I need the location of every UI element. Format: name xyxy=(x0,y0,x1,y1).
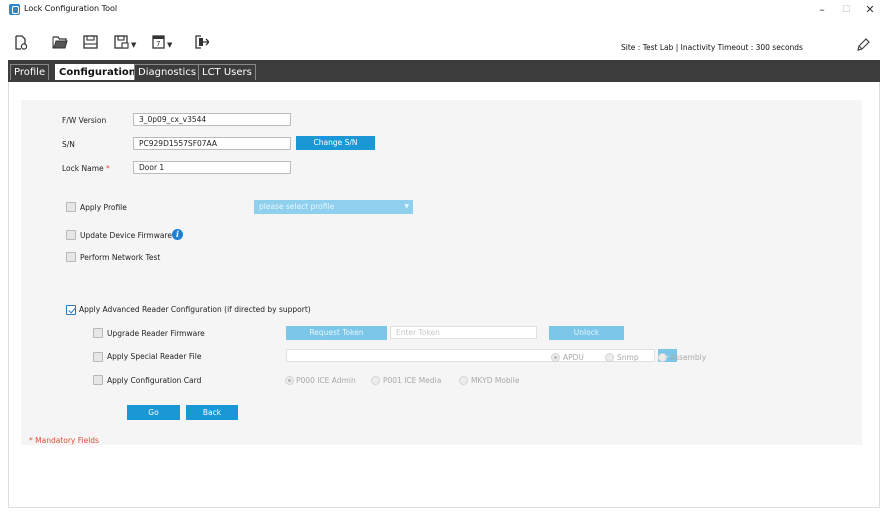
chevron-down-icon: ▼ xyxy=(404,203,409,210)
back-button[interactable]: Back xyxy=(186,405,238,420)
pencil-icon[interactable] xyxy=(856,38,870,56)
sn-label: S/N xyxy=(62,140,75,149)
sn-field: PC929D1557SF07AA xyxy=(133,137,291,150)
config-card-label: Apply Configuration Card xyxy=(107,376,202,385)
mkyd-radio[interactable] xyxy=(459,376,468,385)
open-folder-icon[interactable] xyxy=(52,35,68,51)
upgrade-reader-checkbox[interactable] xyxy=(93,328,103,338)
apply-profile-checkbox[interactable] xyxy=(66,202,76,212)
required-mark: * xyxy=(106,164,110,173)
fw-version-field: 3_0p09_cx_v3544 xyxy=(133,113,291,126)
update-firmware-checkbox[interactable] xyxy=(66,230,76,240)
go-button[interactable]: Go xyxy=(127,405,180,420)
title-bar: Lock Configuration Tool – ☐ ✕ xyxy=(0,0,888,22)
mkyd-label: MKYD Mobile xyxy=(471,376,520,385)
tab-bar: Profile Configuration Diagnostics LCT Us… xyxy=(8,60,880,82)
toolbar: ▼ 7 ▼ Site : Test Lab | Inactivity Timeou… xyxy=(0,32,888,56)
config-card-checkbox[interactable] xyxy=(93,375,103,385)
update-firmware-label: Update Device Firmware xyxy=(80,231,172,240)
save-as-icon[interactable]: ▼ xyxy=(114,35,136,51)
p000-radio[interactable] xyxy=(285,376,294,385)
p001-radio[interactable] xyxy=(371,376,380,385)
request-token-button[interactable]: Request Token xyxy=(286,326,387,340)
change-sn-button[interactable]: Change S/N xyxy=(296,136,375,150)
token-input[interactable]: Enter Token xyxy=(390,326,537,339)
template-icon[interactable]: 7 ▼ xyxy=(152,35,172,51)
apply-profile-label: Apply Profile xyxy=(80,203,127,212)
profile-select[interactable]: please select profile ▼ xyxy=(254,200,413,214)
special-file-checkbox[interactable] xyxy=(93,352,103,362)
export-icon[interactable] xyxy=(195,35,210,51)
lock-name-input[interactable]: Door 1 xyxy=(133,161,291,174)
network-test-checkbox[interactable] xyxy=(66,252,76,262)
fw-version-label: F/W Version xyxy=(62,116,107,125)
site-info: Site : Test Lab | Inactivity Timeout : 3… xyxy=(621,43,803,52)
configuration-panel xyxy=(21,100,862,445)
special-file-label: Apply Special Reader File xyxy=(107,352,202,361)
assembly-radio[interactable] xyxy=(658,353,667,362)
minimize-button[interactable]: – xyxy=(812,2,832,18)
svg-text:7: 7 xyxy=(156,40,160,48)
save-icon[interactable] xyxy=(83,35,98,51)
close-button[interactable]: ✕ xyxy=(860,2,880,18)
tab-profile[interactable]: Profile xyxy=(10,64,50,80)
unlock-button[interactable]: Unlock xyxy=(549,326,624,340)
upgrade-reader-label: Upgrade Reader Firmware xyxy=(107,329,205,338)
tab-diagnostics[interactable]: Diagnostics xyxy=(134,64,201,80)
tab-configuration[interactable]: Configuration xyxy=(55,64,140,80)
window-title: Lock Configuration Tool xyxy=(24,4,118,13)
assembly-label: Assembly xyxy=(670,353,707,362)
snmp-radio[interactable] xyxy=(605,353,614,362)
mandatory-fields-note: * Mandatory Fields xyxy=(29,436,99,445)
snmp-label: Snmp xyxy=(617,353,639,362)
profile-select-placeholder: please select profile xyxy=(259,202,335,211)
app-lock-icon xyxy=(9,4,20,15)
maximize-button[interactable]: ☐ xyxy=(836,2,856,18)
network-test-label: Perform Network Test xyxy=(80,253,161,262)
info-icon[interactable]: i xyxy=(172,229,183,240)
apdu-radio[interactable] xyxy=(551,353,560,362)
tab-lct-users[interactable]: LCT Users xyxy=(198,64,256,80)
special-file-path[interactable] xyxy=(286,349,655,362)
advanced-config-label: Apply Advanced Reader Configuration (if … xyxy=(79,305,311,314)
new-file-icon[interactable] xyxy=(14,35,28,51)
p001-label: P001 ICE Media xyxy=(383,376,442,385)
advanced-config-checkbox[interactable] xyxy=(66,305,76,315)
apdu-label: APDU xyxy=(563,353,584,362)
p000-label: P000 ICE Admin xyxy=(296,376,356,385)
lock-name-label: Lock Name * xyxy=(62,164,110,173)
